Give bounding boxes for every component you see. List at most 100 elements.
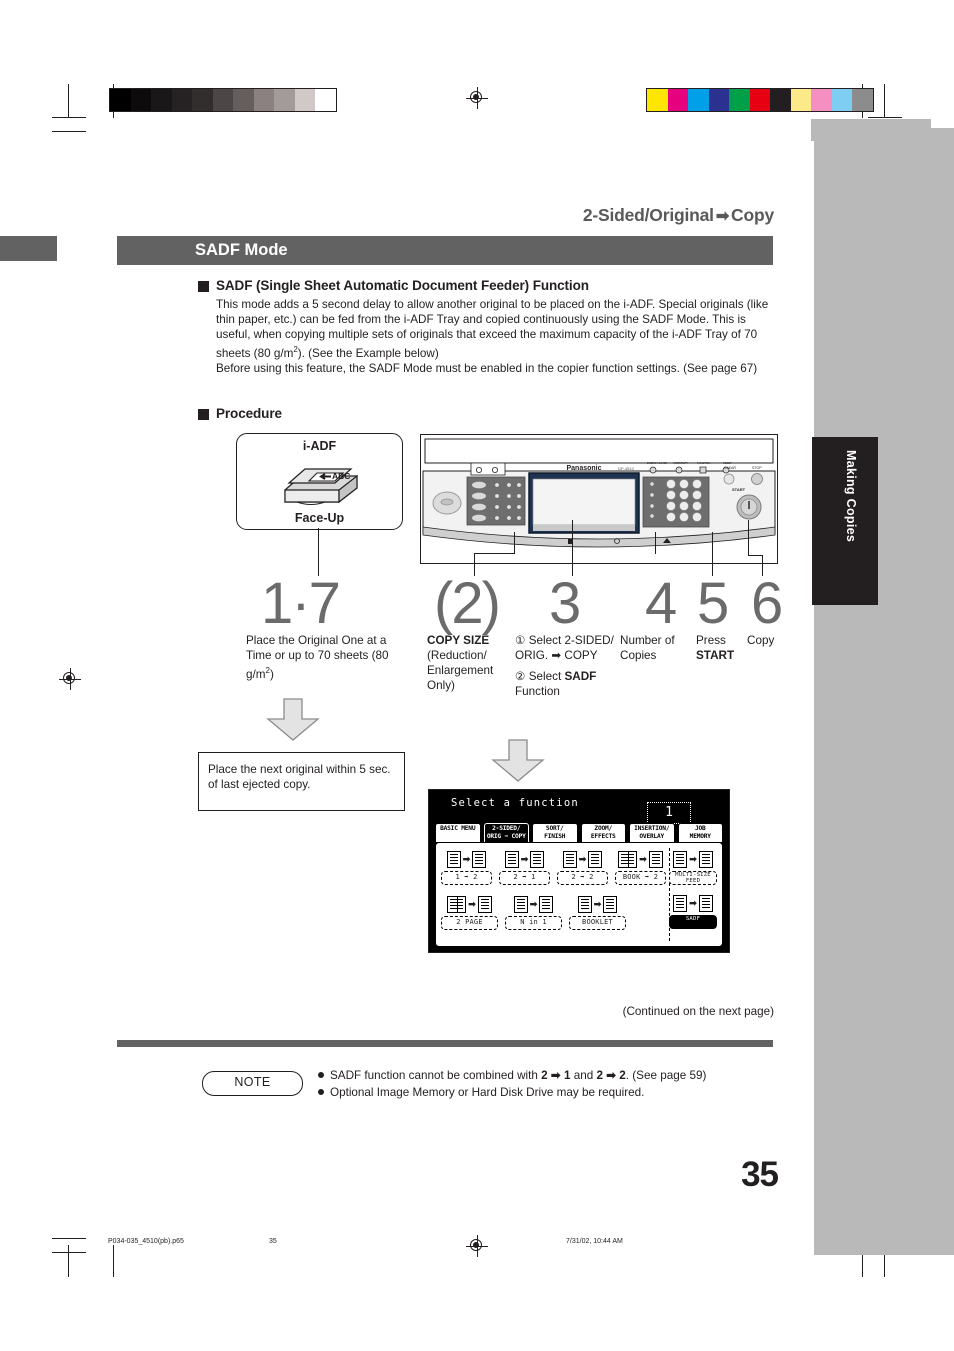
footer-filename: P034-035_4510(pb).p65 bbox=[108, 1238, 184, 1245]
step-caption-2: COPY SIZE (Reduction/ Enlargement Only) bbox=[427, 633, 503, 693]
lcd-tab-row[interactable]: BASIC MENU 2-SIDED/ORIG ➡ COPY SORT/FINISH… bbox=[435, 823, 723, 843]
lcd-button-row2-0[interactable]: ➡ 2 PAGE bbox=[441, 892, 498, 930]
page-icon-pair: ➡ bbox=[499, 847, 550, 871]
lcd-button-grid: ➡ 1 ➡ 2 ➡ 2 ➡ 1 ➡ 2 ➡ 2 ➡ BOOK ➡ 2 ➡ 2 PAGE ➡ N in… bbox=[441, 847, 666, 942]
page-icon-target bbox=[588, 850, 603, 868]
side-gray-band bbox=[814, 128, 954, 1255]
lcd-button-multi-size-feed[interactable]: ➡ MULTI-SIZE FEED bbox=[669, 847, 717, 885]
note-item-2-text: Optional Image Memory or Hard Disk Drive… bbox=[330, 1086, 645, 1099]
page-icon-target bbox=[530, 850, 545, 868]
lcd-button-row1-3[interactable]: ➡ BOOK ➡ 2 bbox=[615, 847, 666, 885]
lcd-button-row2-2[interactable]: ➡ BOOKLET bbox=[569, 892, 626, 930]
lcd-touch-panel[interactable]: Select a function 1 BASIC MENU 2-SIDED/OR… bbox=[428, 789, 730, 953]
step-caption-2-bold: COPY SIZE bbox=[427, 634, 490, 647]
gray-swatch-9 bbox=[294, 89, 315, 111]
function-paragraph-1-tail: ). (See the Example below) bbox=[297, 347, 439, 361]
lcd-copy-count: 1 bbox=[647, 802, 691, 824]
lcd-tab-5[interactable]: JOB MEMORY bbox=[677, 823, 723, 843]
lcd-button-row1-1-label: 2 ➡ 1 bbox=[499, 871, 550, 885]
faceup-label: Face-Up bbox=[294, 511, 345, 525]
page-icon-pair: ➡ bbox=[615, 847, 666, 871]
gray-swatch-1 bbox=[130, 89, 151, 111]
gray-swatch-6 bbox=[233, 89, 254, 111]
horizontal-rule bbox=[117, 1040, 773, 1047]
step-caption-5-bold: START bbox=[696, 649, 735, 662]
lcd-tab-3-line-2: EFFECTS bbox=[590, 833, 616, 841]
lcd-button-row-2: ➡ 2 PAGE ➡ N in 1 ➡ BOOKLET bbox=[441, 892, 666, 937]
lcd-tab-4[interactable]: INSERTION/OVERLAY bbox=[629, 823, 675, 843]
grayscale-calibration-bar bbox=[109, 88, 337, 112]
arrow-right-icon: ➡ bbox=[639, 853, 647, 864]
page-icon-source bbox=[673, 894, 688, 912]
lcd-button-row1-1[interactable]: ➡ 2 ➡ 1 bbox=[499, 847, 550, 885]
connector-line-step6-a bbox=[748, 520, 750, 556]
lcd-button-area[interactable]: ➡ 1 ➡ 2 ➡ 2 ➡ 1 ➡ 2 ➡ 2 ➡ BOOK ➡ 2 ➡ 2 PAGE ➡ N in… bbox=[435, 842, 723, 947]
step-number-2: (2) bbox=[434, 571, 501, 636]
arrow-right-icon-note-2: ➡ bbox=[602, 1069, 620, 1082]
svg-text:ABC: ABC bbox=[332, 471, 350, 481]
step-number-3: 3 bbox=[549, 571, 581, 636]
lcd-tab-4-line-2: OVERLAY bbox=[639, 833, 665, 841]
note-badge-label: NOTE bbox=[234, 1075, 271, 1089]
function-body-text: This mode adds a 5 second delay to allow… bbox=[216, 297, 776, 376]
arrow-right-icon: ➡ bbox=[593, 898, 602, 909]
lcd-tab-2-line-2: FINISH bbox=[544, 833, 566, 841]
lcd-tab-1[interactable]: 2-SIDED/ORIG ➡ COPY bbox=[483, 823, 529, 843]
lcd-tab-2[interactable]: SORT/FINISH bbox=[532, 823, 578, 843]
step-3-sub-1-marker: ① bbox=[515, 634, 526, 647]
step-caption-5-prefix: Press bbox=[696, 634, 726, 647]
arrow-right-icon: ➡ bbox=[468, 898, 476, 909]
page-icon-pair: ➡ bbox=[569, 892, 626, 916]
step-caption-1-7-tail: ) bbox=[269, 667, 274, 681]
function-heading: SADF (Single Sheet Automatic Document Fe… bbox=[216, 278, 589, 293]
arrow-right-icon: ➡ bbox=[529, 898, 538, 909]
lcd-button-row1-0-label: 1 ➡ 2 bbox=[441, 871, 492, 885]
step-caption-4: Number of Copies bbox=[620, 634, 675, 662]
gray-swatch-7 bbox=[253, 89, 274, 111]
connector-line-step2-b bbox=[474, 553, 515, 555]
color-swatch-5 bbox=[749, 89, 770, 111]
lcd-tab-4-line-1: INSERTION/ bbox=[634, 825, 670, 832]
lcd-button-row1-2[interactable]: ➡ 2 ➡ 2 bbox=[557, 847, 608, 885]
page-icon-target bbox=[648, 850, 663, 868]
lcd-tab-0[interactable]: BASIC MENU bbox=[435, 823, 481, 843]
lcd-button-row2-1[interactable]: ➡ N in 1 bbox=[505, 892, 562, 930]
page-icon-target bbox=[539, 895, 554, 913]
lcd-button-sadf[interactable]: ➡ SADF bbox=[669, 891, 717, 929]
svg-text:RESET: RESET bbox=[723, 461, 732, 465]
color-swatch-8 bbox=[811, 89, 832, 111]
svg-text:Panasonic: Panasonic bbox=[566, 465, 601, 472]
page-icon-source bbox=[577, 895, 592, 913]
lcd-button-row2-2-label: BOOKLET bbox=[569, 916, 626, 930]
color-swatch-10 bbox=[852, 89, 873, 111]
connector-line-step6-b bbox=[748, 555, 762, 557]
iadf-label: i-ADF bbox=[302, 439, 337, 453]
continued-notice: (Continued on the next page) bbox=[622, 1005, 774, 1018]
lcd-tab-0-line-1: BASIC MENU bbox=[440, 825, 476, 832]
page-icon-pair: ➡ bbox=[441, 892, 498, 916]
lcd-button-row1-0[interactable]: ➡ 1 ➡ 2 bbox=[441, 847, 492, 885]
page-icon-target bbox=[477, 895, 492, 913]
lcd-tab-5-line-1: JOB bbox=[694, 825, 706, 832]
connector-line-step5 bbox=[712, 532, 714, 576]
next-original-note-text: Place the next original within 5 sec. of… bbox=[208, 763, 391, 792]
lcd-button-row2-1-label: N in 1 bbox=[505, 916, 562, 930]
lcd-tab-3-line-1: ZOOM/ bbox=[594, 825, 613, 832]
lcd-button-row1-2-label: 2 ➡ 2 bbox=[557, 871, 608, 885]
color-calibration-bar bbox=[646, 88, 874, 112]
arrow-right-icon: ➡ bbox=[462, 853, 471, 864]
note-badge: NOTE bbox=[202, 1071, 303, 1096]
page-icon-pair: ➡ bbox=[669, 891, 717, 915]
page-icon-source bbox=[673, 850, 688, 868]
arrow-right-icon: ➡ bbox=[715, 208, 730, 225]
svg-text:INTERRUPT: INTERRUPT bbox=[673, 461, 688, 465]
gray-swatch-8 bbox=[274, 89, 295, 111]
step-caption-1-7: Place the Original One at a Time or up t… bbox=[246, 633, 404, 682]
page-icon-source bbox=[446, 850, 461, 868]
lcd-button-sadf-label: SADF bbox=[669, 915, 717, 929]
page-icon-target bbox=[698, 850, 713, 868]
lcd-button-row1-3-label: BOOK ➡ 2 bbox=[615, 871, 666, 885]
function-paragraph-2: Before using this feature, the SADF Mode… bbox=[216, 362, 758, 376]
lcd-tab-3[interactable]: ZOOM/EFFECTS bbox=[580, 823, 626, 843]
page-icon-target bbox=[603, 895, 618, 913]
